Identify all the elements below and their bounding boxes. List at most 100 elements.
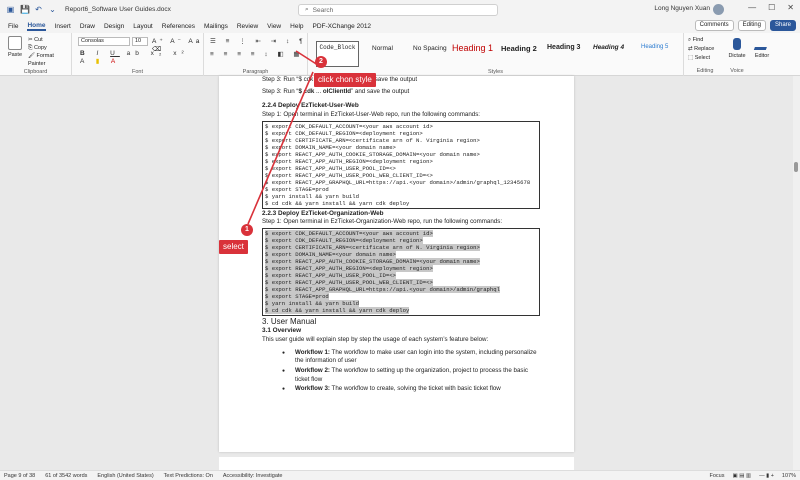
next-page — [219, 457, 574, 470]
format-painter-button[interactable]: 🖌 Format Painter — [28, 52, 71, 68]
code-line-text: $ export STAGE=prod — [265, 293, 329, 301]
editor-pen-icon — [753, 38, 771, 50]
code-block-org-web[interactable]: $ export CDK_DEFAULT_ACCOUNT=<your aws a… — [262, 228, 540, 317]
word-count[interactable]: 61 of 3542 words — [45, 473, 87, 479]
tab-view[interactable]: View — [267, 23, 281, 30]
code-line: $ export REACT_APP_GRAPHQL_URL=https://a… — [265, 179, 537, 186]
close-icon[interactable]: ✕ — [787, 3, 794, 12]
step3-paragraph-b: Step 3: Run “$ cdk ... olClientId” and s… — [262, 88, 410, 96]
select-button[interactable]: ⬚ Select — [688, 54, 714, 63]
workflow-name: Workflow 3: — [295, 385, 330, 393]
document-workspace: Step 3: Run “$ cdk ... deploy --build” a… — [0, 76, 800, 470]
font-name-select[interactable]: Consolas — [78, 37, 130, 46]
tab-mailings[interactable]: Mailings — [204, 23, 228, 30]
font-format-buttons[interactable]: B I U ab x₂ x² A ▮ A — [80, 50, 203, 65]
comments-button[interactable]: Comments — [694, 20, 734, 31]
replace-label: Replace — [694, 46, 715, 52]
code-line: $ export CERTIFICATE_ARN=<certificate ar… — [265, 137, 537, 144]
style-heading-1[interactable]: Heading 1 — [452, 43, 493, 53]
editor-button[interactable]: Editor — [752, 38, 772, 59]
status-bar: Page 9 of 38 61 of 3542 words English (U… — [0, 470, 800, 480]
editing-group-label: Editing — [696, 68, 714, 74]
list-buttons[interactable]: ☰ ≡ ⋮ ⇤ ⇥ ↕ ¶ — [210, 37, 307, 45]
paste-icon — [8, 36, 22, 50]
paste-button[interactable]: Paste — [6, 36, 24, 58]
find-button[interactable]: ⌕ Find — [688, 36, 714, 45]
editing-mode-button[interactable]: Editing — [737, 20, 766, 31]
text-predictions-status[interactable]: Text Predictions: On — [164, 473, 213, 479]
copy-button[interactable]: ⎘ Copy — [28, 44, 71, 52]
style-heading-3[interactable]: Heading 3 — [547, 44, 580, 51]
save-icon[interactable]: 💾 — [20, 5, 30, 14]
replace-button[interactable]: ⇄ Replace — [688, 45, 714, 54]
code-line: $ export DOMAIN_NAME=<your domain name> — [265, 251, 537, 259]
annotation-number-1: 1 — [241, 224, 253, 236]
document-page[interactable]: Step 3: Run “$ cdk ... deploy --build” a… — [219, 76, 574, 452]
tab-layout[interactable]: Layout — [133, 23, 153, 30]
cut-button[interactable]: ✂ Cut — [28, 36, 71, 44]
share-button[interactable]: Share — [769, 20, 796, 31]
style-heading-2[interactable]: Heading 2 — [501, 44, 537, 53]
ribbon: Paste ✂ Cut ⎘ Copy 🖌 Format Painter Clip… — [0, 33, 800, 76]
code-line-text: $ export REACT_APP_AUTH_USER_POOL_ID=<> — [265, 272, 396, 280]
focus-button[interactable]: Focus — [709, 473, 724, 479]
maximize-icon[interactable]: ☐ — [768, 3, 775, 12]
code-line: $ export REACT_APP_GRAPHQL_URL=https://a… — [265, 286, 537, 294]
language-status[interactable]: English (United States) — [97, 473, 153, 479]
tab-insert[interactable]: Insert — [55, 23, 71, 30]
tab-help[interactable]: Help — [290, 23, 303, 30]
tab-file[interactable]: File — [8, 23, 18, 30]
alignment-buttons[interactable]: ≡ ≡ ≡ ≡ ↕ ◧ ▦ — [210, 50, 304, 58]
style-heading-4[interactable]: Heading 4 — [593, 44, 624, 51]
vertical-scrollbar[interactable] — [793, 76, 800, 470]
tab-home[interactable]: Home — [27, 22, 46, 31]
zoom-slider[interactable]: — ▮ + — [759, 473, 774, 479]
code-line-text: $ export CERTIFICATE_ARN=<certificate ar… — [265, 136, 480, 144]
style-normal[interactable]: Normal — [372, 45, 393, 52]
window-controls: — ☐ ✕ — [748, 3, 794, 12]
format-painter-label: Format Painter — [28, 53, 54, 67]
view-mode-icons[interactable]: ▣ ▤ ▥ — [732, 473, 751, 479]
microphone-icon — [733, 38, 741, 50]
heading-deploy-user-web: 2.2.4 Deploy EzTicket-User-Web — [262, 102, 359, 110]
code-line-text: $ export DOMAIN_NAME=<your domain name> — [265, 143, 396, 151]
code-line: $ export REACT_APP_AUTH_USER_POOL_WEB_CL… — [265, 172, 537, 179]
workflow-list-item: Workflow 1: The workflow to make user ca… — [282, 349, 540, 366]
tab-review[interactable]: Review — [237, 23, 258, 30]
code-line: $ export REACT_APP_AUTH_COOKIE_STORAGE_D… — [265, 151, 537, 158]
document-body[interactable]: Step 3: Run “$ cdk ... deploy --build” a… — [262, 76, 540, 395]
code-line-text: $ export REACT_APP_GRAPHQL_URL=https://a… — [265, 178, 531, 186]
code-line: $ export CDK_DEFAULT_REGION=<deployment … — [265, 237, 537, 245]
page-count[interactable]: Page 9 of 38 — [4, 473, 35, 479]
tab-pdf-xchange[interactable]: PDF-XChange 2012 — [313, 23, 372, 30]
workflow-list-item: Workflow 3: The workflow to create, solv… — [282, 385, 540, 394]
tab-design[interactable]: Design — [104, 23, 124, 30]
clipboard-group-label: Clipboard — [23, 69, 48, 75]
scrollbar-thumb[interactable] — [794, 162, 798, 172]
code-block-user-web[interactable]: $ export CDK_DEFAULT_ACCOUNT=<your aws a… — [262, 120, 540, 209]
style-heading-5[interactable]: Heading 5 — [641, 44, 668, 50]
cut-label: Cut — [34, 37, 43, 43]
paste-label: Paste — [7, 52, 23, 58]
workflow-description: The workflow to setting up the organizat… — [295, 367, 528, 383]
font-size-select[interactable]: 10 — [132, 37, 148, 46]
search-box[interactable]: ⌕ Search — [298, 4, 498, 16]
code-line: $ export STAGE=prod — [265, 186, 537, 193]
dictate-button[interactable]: Dictate — [727, 38, 747, 59]
code-line: $ export CDK_DEFAULT_REGION=<deployment … — [265, 130, 537, 137]
tab-draw[interactable]: Draw — [80, 23, 95, 30]
clipboard-group: Paste ✂ Cut ⎘ Copy 🖌 Format Painter Clip… — [0, 33, 72, 76]
avatar[interactable] — [713, 4, 724, 15]
undo-icon[interactable]: ↶ — [34, 5, 43, 14]
search-placeholder: Search — [312, 6, 334, 14]
paragraph-group-label: Paragraph — [242, 69, 269, 75]
paragraph-group: ☰ ≡ ⋮ ⇤ ⇥ ↕ ¶ ≡ ≡ ≡ ≡ ↕ ◧ ▦ Paragraph — [204, 33, 308, 76]
minimize-icon[interactable]: — — [748, 3, 756, 12]
customize-qat-icon[interactable]: ⌄ — [48, 5, 57, 14]
tab-references[interactable]: References — [162, 23, 195, 30]
autosave-icon[interactable]: ▣ — [6, 5, 15, 14]
zoom-level[interactable]: 107% — [782, 473, 796, 479]
accessibility-status[interactable]: Accessibility: Investigate — [223, 473, 283, 479]
style-no-spacing[interactable]: No Spacing — [413, 45, 447, 52]
user-name[interactable]: Long Nguyen Xuan — [654, 5, 710, 12]
